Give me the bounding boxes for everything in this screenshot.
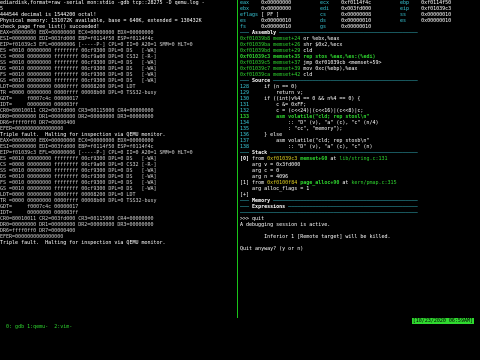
assembly-operands: 0xc(%ebp),%eax: [315, 66, 358, 72]
tmux-window-list[interactable]: 0: gdb 1:qemu- 2:vim-: [6, 324, 72, 330]
qemu-pane[interactable]: ediardisk,format=raw -serial mon:stdio -…: [0, 0, 236, 318]
stack-file: kern/pmap.c:315: [351, 180, 397, 186]
gdb-console[interactable]: >>> quit A debugging session is active. I…: [240, 216, 480, 252]
stack-file: lib/string.c:131: [339, 156, 388, 162]
stack-panel: [0] from 0xf01039c3 memset+60 at lib/str…: [240, 156, 480, 198]
qemu-output-line: ediardisk,format=raw -serial mon:stdio -…: [0, 0, 205, 6]
qemu-output-line: Triple fault. Halting for inspection via…: [0, 240, 166, 246]
pane-divider[interactable]: [237, 0, 238, 318]
source-panel: 128 if (n == 0) 129 return v; 130 if ((int…: [240, 84, 480, 150]
assembly-panel: 0xf01039b8 memset+24 or %ebx,%eax 0xf0103…: [240, 36, 480, 78]
stack-function: memset+60: [300, 156, 331, 162]
console-line: Quit anyway? (y or n): [240, 246, 307, 252]
register-column: ecx 0xf0114f4c edi 0x003fd000 cs 0x0000000…: [320, 0, 400, 30]
registers-panel: eax 0x00000000 ebx 0x00000000 eflags [ PF …: [240, 0, 480, 30]
tmux-status-bar: 0: gdb 1:qemu- 2:vim- [10/23/2020 06:59A…: [0, 318, 480, 330]
register-value: 0x00000010: [421, 18, 452, 24]
stack-function: arg alloc_flags = 1: [252, 186, 313, 192]
register-column: ebp 0xf0114f50 eip 0xf01039c3 ss 0x0000001…: [400, 0, 480, 30]
status-datetime: [10/23/2020 06:59AM]: [411, 318, 474, 324]
register-column: eax 0x00000000 ebx 0x00000000 eflags [ PF …: [240, 0, 320, 30]
gdb-dashboard-pane[interactable]: eax 0x00000000 ebx 0x00000000 eflags [ PF …: [240, 0, 480, 318]
assembly-operands: $0x2,%ecx: [315, 42, 343, 48]
